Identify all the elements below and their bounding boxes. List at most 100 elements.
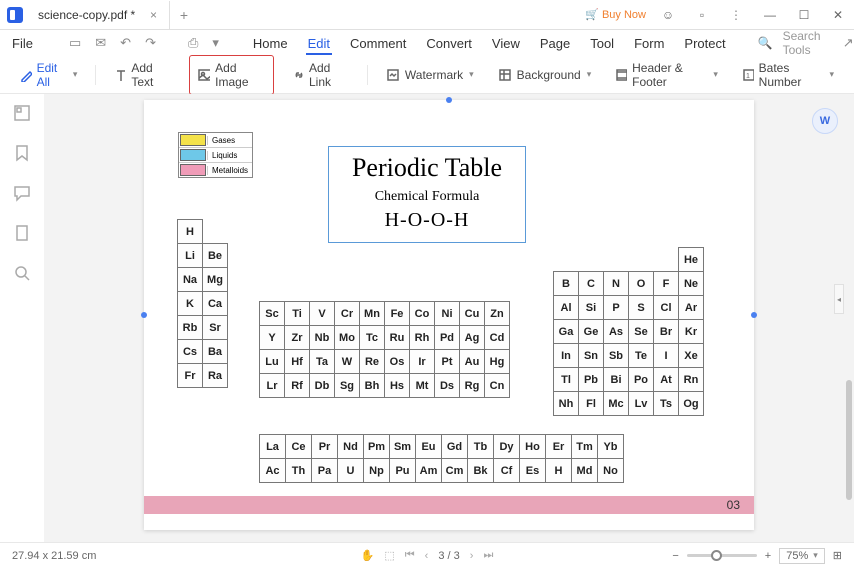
element-cell: Ne — [678, 271, 704, 296]
menu-edit[interactable]: Edit — [306, 34, 332, 55]
vertical-scrollbar[interactable] — [846, 380, 852, 500]
dropdown-icon[interactable]: ▾ — [212, 35, 219, 51]
right-panel-toggle[interactable]: ◂ — [834, 284, 844, 314]
mail-icon[interactable]: ✉ — [95, 35, 106, 51]
thumbnails-icon[interactable] — [13, 104, 31, 122]
element-cell: Cs — [177, 339, 203, 364]
document-tab[interactable]: science-copy.pdf * × — [30, 1, 170, 29]
zoom-slider-thumb[interactable] — [711, 550, 722, 561]
element-cell: Tm — [571, 434, 598, 459]
element-cell: Pa — [311, 458, 338, 483]
close-window-button[interactable]: ✕ — [826, 3, 850, 27]
menu-view[interactable]: View — [490, 34, 522, 53]
search-panel-icon[interactable] — [13, 264, 31, 282]
element-cell: Pb — [578, 367, 604, 392]
header-footer-label: Header & Footer — [632, 61, 707, 89]
share-icon[interactable]: ↗ — [842, 35, 854, 51]
element-cell: Pu — [389, 458, 416, 483]
total-pages: / 3 — [448, 550, 460, 562]
print-icon[interactable]: ⎙ — [188, 35, 198, 51]
menu-comment[interactable]: Comment — [348, 34, 408, 53]
element-cell: Br — [653, 319, 679, 344]
element-cell: Xe — [678, 343, 704, 368]
header-footer-button[interactable]: Header & Footer▾ — [609, 57, 724, 93]
element-cell: As — [603, 319, 629, 344]
element-cell: Sc — [259, 301, 285, 326]
element-cell: Fl — [578, 391, 604, 416]
document-viewport[interactable]: GasesLiquidsMetalloids Periodic Table Ch… — [44, 94, 854, 542]
file-menu[interactable]: File — [12, 36, 33, 51]
zoom-out-button[interactable]: − — [672, 550, 678, 562]
more-icon[interactable]: ⋮ — [724, 3, 748, 27]
page-indicator[interactable]: 3 / 3 — [438, 550, 459, 562]
attachment-icon[interactable] — [13, 224, 31, 242]
selection-handle-right[interactable] — [751, 312, 757, 318]
edit-all-button[interactable]: Edit All▾ — [14, 57, 83, 93]
formula: H-O-O-H — [337, 209, 517, 232]
element-cell: In — [553, 343, 579, 368]
add-text-button[interactable]: Add Text — [108, 57, 177, 93]
redo-icon[interactable]: ↷ — [145, 35, 156, 51]
buy-now-button[interactable]: 🛒 Buy Now — [585, 8, 646, 21]
svg-text:1: 1 — [746, 73, 750, 80]
undo-icon[interactable]: ↶ — [120, 35, 131, 51]
element-cell: H — [177, 219, 203, 244]
title-box[interactable]: Periodic Table Chemical Formula H-O-O-H — [328, 146, 526, 243]
element-cell: Lr — [259, 373, 285, 398]
periodic-group-mid: ScTiVCrMnFeCoNiCuZnYZrNbMoTcRuRhPdAgCdLu… — [260, 302, 510, 398]
zoom-percent[interactable]: 75%▾ — [779, 548, 825, 564]
element-cell: Mn — [359, 301, 385, 326]
menu-protect[interactable]: Protect — [682, 34, 727, 53]
menu-page[interactable]: Page — [538, 34, 572, 53]
word-export-button[interactable]: W — [812, 108, 838, 134]
prev-page-icon[interactable]: ‹ — [425, 550, 429, 562]
hand-tool-icon[interactable]: ✋ — [361, 549, 375, 562]
select-tool-icon[interactable]: ⬚ — [384, 549, 394, 562]
add-image-button[interactable]: Add Image — [189, 55, 274, 95]
minimize-button[interactable]: — — [758, 3, 782, 27]
background-button[interactable]: Background▾ — [492, 64, 598, 86]
element-cell: Pd — [434, 325, 460, 350]
element-cell: Tb — [467, 434, 494, 459]
selection-handle-left[interactable] — [141, 312, 147, 318]
element-cell: F — [653, 271, 679, 296]
app-logo-icon[interactable] — [0, 0, 30, 30]
search-tools[interactable]: Search Tools — [783, 29, 833, 57]
next-page-icon[interactable]: › — [470, 550, 474, 562]
element-cell: Pr — [311, 434, 338, 459]
save-icon[interactable]: ▭ — [69, 35, 81, 51]
titlebar: science-copy.pdf * × + 🛒 Buy Now ☺ ▫ ⋮ —… — [0, 0, 854, 30]
element-cell: Sn — [578, 343, 604, 368]
bookmark-icon[interactable] — [13, 144, 31, 162]
menu-form[interactable]: Form — [632, 34, 666, 53]
add-link-button[interactable]: Add Link — [286, 57, 355, 93]
menu-tool[interactable]: Tool — [588, 34, 616, 53]
main-area: ▸ GasesLiquidsMetalloids Periodic Table … — [0, 94, 854, 542]
maximize-button[interactable]: ☐ — [792, 3, 816, 27]
zoom-slider[interactable] — [687, 554, 757, 557]
watermark-label: Watermark — [405, 68, 463, 82]
element-cell: Sb — [603, 343, 629, 368]
element-cell: Li — [177, 243, 203, 268]
element-cell: N — [603, 271, 629, 296]
notification-icon[interactable]: ▫ — [690, 3, 714, 27]
periodic-group-lanthanides: LaCePrNdPmSmEuGdTbDyHoErTmYbAcThPaUNpPuA… — [260, 435, 624, 483]
comment-icon[interactable] — [13, 184, 31, 202]
watermark-button[interactable]: Watermark▾ — [380, 64, 480, 86]
element-cell: P — [603, 295, 629, 320]
last-page-icon[interactable]: ⏭ — [483, 549, 493, 562]
selection-handle-top[interactable] — [446, 97, 452, 103]
first-page-icon[interactable]: ⏮ — [405, 549, 415, 562]
menu-convert[interactable]: Convert — [424, 34, 474, 53]
user-icon[interactable]: ☺ — [656, 3, 680, 27]
element-cell: Ar — [678, 295, 704, 320]
add-tab-button[interactable]: + — [170, 7, 198, 23]
element-cell: Lv — [628, 391, 654, 416]
fit-page-icon[interactable]: ⊞ — [833, 549, 842, 562]
bates-number-button[interactable]: 1 Bates Number▾ — [736, 57, 840, 93]
close-tab-icon[interactable]: × — [146, 8, 161, 22]
pdf-page[interactable]: GasesLiquidsMetalloids Periodic Table Ch… — [144, 100, 754, 530]
menu-home[interactable]: Home — [251, 34, 290, 53]
zoom-in-button[interactable]: + — [765, 550, 771, 562]
element-cell: Ac — [259, 458, 286, 483]
